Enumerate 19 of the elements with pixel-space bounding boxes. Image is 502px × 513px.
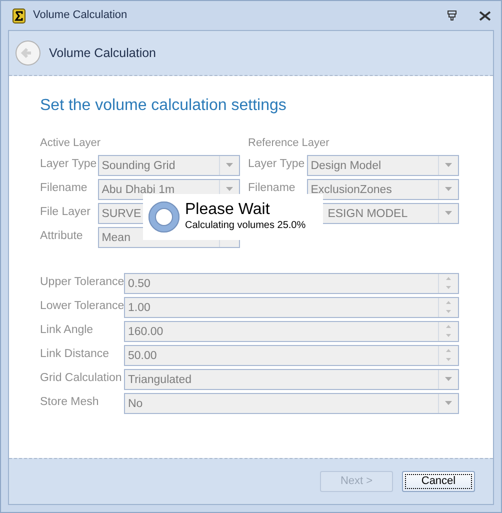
page-title: Volume Calculation	[49, 44, 156, 62]
window-title: Volume Calculation	[33, 8, 128, 24]
group-title: Reference Layer	[248, 136, 330, 151]
field-label: Grid Calculation	[40, 371, 123, 386]
field-label: Layer Type	[40, 157, 98, 172]
group-title: Active Layer	[40, 136, 102, 151]
field-label: Filename	[40, 181, 88, 196]
field-label: Lower Tolerance	[40, 299, 124, 314]
field-label: Layer Type	[248, 157, 306, 172]
field-label: Store Mesh	[40, 395, 100, 410]
field-label: Upper Tolerance	[40, 275, 124, 290]
popup-message: Calculating volumes 25.0%	[185, 219, 306, 234]
field-label: Link Distance	[40, 347, 110, 362]
field-label: Attribute	[40, 229, 84, 244]
section-heading: Set the volume calculation settings	[40, 96, 288, 116]
field-label: Filename	[248, 181, 296, 196]
popup-title: Please Wait	[185, 200, 271, 218]
field-label: Link Angle	[40, 323, 94, 338]
field-label: File Layer	[40, 205, 92, 220]
